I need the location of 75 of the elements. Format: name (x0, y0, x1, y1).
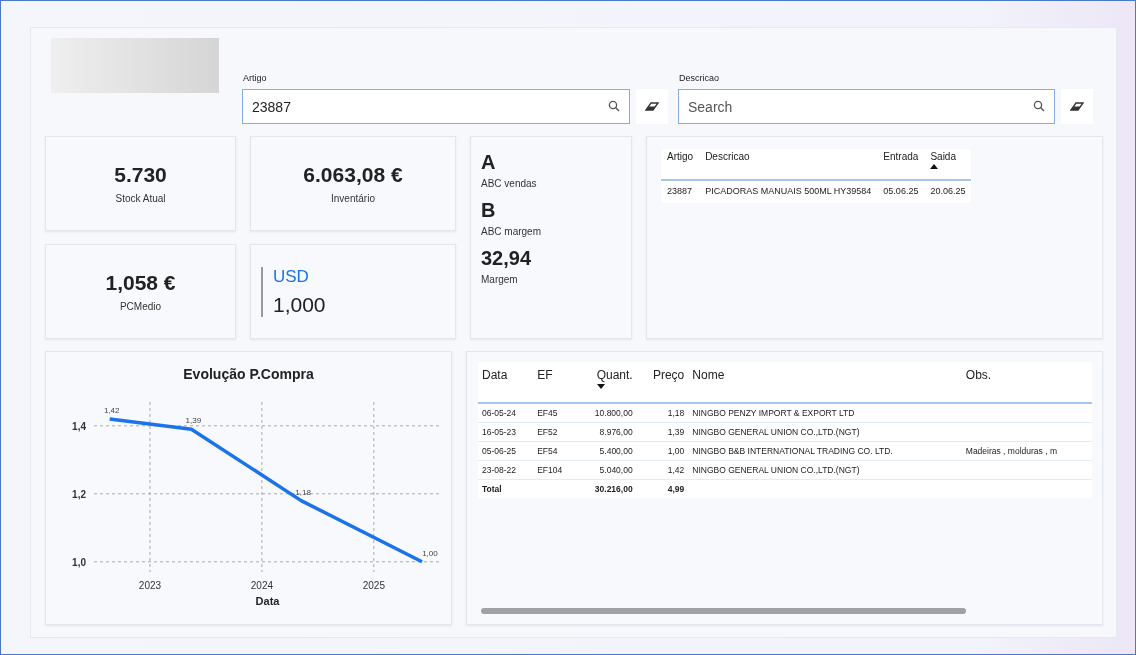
field-label: Artigo (242, 73, 268, 83)
column-header[interactable]: EF (537, 368, 553, 382)
column-header[interactable]: Obs. (965, 368, 992, 382)
abc-label: ABC vendas (481, 178, 538, 189)
table-cell: 23887 (661, 180, 700, 203)
kpi-label: Inventário (331, 193, 375, 204)
table-cell: 8.976,00 (599, 427, 633, 437)
search-icon[interactable] (1033, 100, 1045, 112)
table-cell: 23-08-22 (482, 465, 517, 475)
kpi-value: 1,058 € (105, 271, 176, 295)
description-search-field[interactable]: Search (678, 89, 1055, 124)
y-tick-label: 1,4 (71, 420, 86, 432)
table-cell: 05-06-25 (482, 446, 517, 456)
abc-value: A (481, 151, 497, 174)
column-header[interactable]: Artigo (667, 151, 694, 162)
table-cell: 1,39 (667, 427, 685, 437)
kpi-label: Stock Atual (115, 193, 166, 204)
scrollbar[interactable] (481, 608, 966, 614)
abc-label: Margem (481, 274, 519, 285)
table-cell: NINGBO B&B INTERNATIONAL TRADING CO. LTD. (692, 446, 893, 456)
table-cell: 5.400,00 (599, 446, 633, 456)
x-tick-label: 2023 (138, 580, 161, 591)
eraser-icon (645, 100, 659, 113)
table-cell: NINGBO PENZY IMPORT & EXPORT LTD (692, 408, 855, 418)
kpi-label: PCMedio (119, 301, 162, 312)
column-header[interactable]: Nome (692, 368, 725, 382)
table-cell: 1,00 (667, 446, 685, 456)
table-cell: PICADORAS MANUAIS 500ML HY39584 (699, 180, 878, 203)
currency-code: USD (273, 266, 310, 287)
field-label: Descricao (678, 73, 720, 83)
eraser-button[interactable] (636, 89, 668, 124)
abc-value: 32,94 (481, 247, 533, 270)
total-label: Total (482, 484, 502, 494)
x-axis-title: Data (255, 595, 279, 607)
table-cell: 1,18 (667, 408, 685, 418)
eraser-icon (1070, 100, 1084, 113)
table-cell: 05.06.25 (877, 180, 925, 203)
table-cell: 1,42 (667, 465, 685, 475)
table-cell: 20.06.25 (924, 180, 972, 203)
table-cell: EF104 (537, 465, 563, 475)
table-cell: 16-05-23 (482, 427, 517, 437)
column-header[interactable]: Preço (652, 368, 685, 382)
chart-title: Evolução P.Compra (183, 366, 314, 382)
column-header[interactable]: Quant. (596, 368, 633, 389)
column-header[interactable]: Descricao (705, 151, 750, 162)
data-label: 1,00 (421, 548, 438, 558)
table-cell: 30.216,00 (594, 484, 633, 494)
kpi-value: 5.730 (114, 163, 167, 187)
column-header[interactable]: Saida (930, 151, 956, 169)
table-cell: NINGBO GENERAL UNION CO.,LTD.(NGT) (692, 465, 860, 475)
abc-value: B (481, 199, 497, 222)
table-cell: EF52 (537, 427, 558, 437)
data-label: 1,18 (294, 487, 311, 497)
table-cell: 06-05-24 (482, 408, 517, 418)
table-cell: 4,99 (667, 484, 685, 494)
x-tick-label: 2025 (362, 580, 385, 591)
table-cell: NINGBO GENERAL UNION CO.,LTD.(NGT) (692, 427, 860, 437)
search-icon[interactable] (608, 100, 620, 112)
table-cell: 5.040,00 (599, 465, 633, 475)
x-tick-label: 2024 (250, 580, 273, 591)
data-label: 1,39 (185, 416, 201, 426)
exchange-rate: 1,000 (273, 292, 326, 317)
kpi-value: 6.063,08 € (303, 163, 403, 187)
table-cell: EF54 (537, 446, 558, 456)
y-tick-label: 1,0 (71, 556, 86, 568)
table-cell: EF45 (537, 408, 558, 418)
table-cell: Madeiras , molduras , m (965, 446, 1057, 456)
article-search-field[interactable]: 23887 (242, 89, 630, 124)
data-label: 1,42 (103, 406, 119, 415)
table-cell: 10.800,00 (594, 408, 633, 418)
column-header[interactable]: Entrada (883, 151, 919, 162)
column-header[interactable]: Data (482, 368, 508, 382)
eraser-button[interactable] (1061, 89, 1093, 124)
y-tick-label: 1,2 (71, 488, 86, 500)
abc-label: ABC margem (481, 226, 542, 237)
